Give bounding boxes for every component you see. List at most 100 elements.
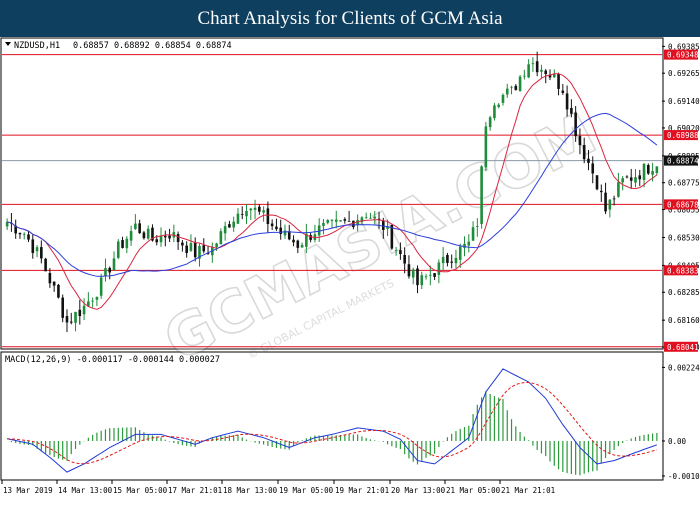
candle-body — [416, 268, 419, 286]
candle-body — [625, 176, 629, 178]
candle-body — [116, 241, 120, 258]
candle-body — [582, 144, 586, 160]
chart-header-title: Chart Analysis for Clients of GCM Asia — [0, 0, 700, 37]
candle-body — [134, 223, 137, 229]
candle-body — [121, 240, 124, 248]
candle-body — [621, 178, 624, 183]
candle-body — [219, 231, 223, 245]
candle-body — [655, 166, 659, 174]
candle-body — [104, 268, 107, 276]
candle-body — [523, 75, 526, 77]
candle-body — [587, 158, 590, 163]
candle-body — [300, 244, 304, 248]
candle-body — [228, 224, 231, 228]
candle-body — [142, 232, 146, 239]
macd-tick-label: 0.002247 — [668, 363, 700, 372]
time-tick-label: 19 Mar 05:00 — [279, 486, 334, 495]
price-tick-label: 0.68775 — [668, 179, 700, 188]
candle-body — [458, 246, 462, 260]
candle-body — [232, 221, 235, 228]
candle-body — [634, 177, 637, 183]
candle-body — [471, 227, 475, 241]
time-tick-label: 21 Mar 05:00 — [446, 486, 501, 495]
macd-tick-label: 0.00 — [668, 437, 687, 446]
candle-body — [18, 232, 22, 235]
candle-body — [163, 235, 167, 238]
candle-body — [446, 254, 449, 263]
candle-body — [565, 93, 569, 110]
candle-body — [223, 226, 227, 234]
candle-body — [146, 228, 150, 239]
time-tick-label: 21 Mar 21:01 — [501, 486, 555, 495]
candle-body — [518, 76, 522, 91]
chart-svg[interactable]: GCMASIA.COM © GLOBAL CAPITAL MARKETS 0.6… — [0, 37, 700, 500]
candle-body — [112, 258, 116, 271]
candle-body — [540, 69, 543, 72]
candle-body — [189, 243, 193, 251]
candle-body — [604, 192, 607, 212]
candle-body — [40, 247, 43, 259]
candle-body — [61, 297, 65, 318]
candle-body — [599, 190, 603, 193]
current-price-badge-label: 0.68874 — [667, 157, 699, 166]
candle-body — [501, 94, 505, 103]
candle-body — [394, 250, 398, 252]
candle-body — [497, 104, 501, 107]
price-tick-label: 0.68285 — [668, 288, 700, 297]
candle-body — [557, 73, 560, 89]
candle-body — [437, 262, 441, 275]
price-tick-label: 0.68160 — [668, 316, 700, 325]
candle-body — [44, 258, 47, 272]
candle-body — [125, 238, 129, 249]
candle-body — [275, 226, 278, 230]
candle-body — [108, 267, 112, 273]
candle-body — [330, 219, 334, 221]
candle-body — [369, 217, 372, 219]
candle-body — [65, 316, 69, 323]
candle-body — [364, 217, 368, 219]
candle-body — [270, 223, 274, 227]
price-tick-label: 0.69140 — [668, 97, 700, 106]
candle-body — [185, 245, 188, 253]
candle-body — [22, 233, 26, 235]
candle-body — [193, 242, 197, 258]
candle-body — [411, 269, 415, 278]
candle-body — [574, 112, 577, 137]
candle-body — [480, 166, 483, 224]
candle-body — [343, 219, 347, 221]
candle-body — [433, 273, 436, 277]
candle-body — [578, 135, 582, 146]
candle-body — [552, 74, 556, 78]
candle-body — [647, 165, 650, 174]
candle-body — [591, 163, 595, 174]
candle-body — [176, 234, 180, 243]
time-tick-label: 20 Mar 13:00 — [391, 486, 446, 495]
candle-body — [240, 214, 244, 215]
candle-body — [253, 207, 257, 210]
candle-body — [262, 210, 265, 213]
candle-body — [561, 90, 565, 93]
price-panel-title: NZDUSD,H1 — [14, 41, 60, 51]
candle-body — [48, 272, 52, 284]
candle-body — [339, 220, 342, 222]
candle-body — [617, 182, 620, 197]
candle-body — [296, 240, 300, 248]
candle-body — [535, 61, 539, 73]
level-badge-label: 0.68041 — [667, 343, 699, 352]
candle-body — [249, 208, 253, 211]
level-badge-label: 0.68678 — [667, 200, 699, 209]
candle-body — [527, 64, 530, 78]
candle-body — [95, 297, 99, 300]
candle-body — [651, 171, 654, 175]
price-badges: 0.69348 0.68988 0.68678 0.68383 0.68041 0.688… — [664, 49, 699, 352]
candle-body — [407, 264, 411, 277]
time-tick-label: 14 Mar 13:00 — [58, 486, 113, 495]
candle-body — [399, 250, 402, 255]
candle-body — [35, 247, 39, 252]
candle-body — [69, 321, 73, 323]
candle-body — [292, 239, 295, 243]
candle-body — [420, 275, 424, 286]
candle-body — [334, 219, 338, 222]
chart-stage: GCMASIA.COM © GLOBAL CAPITAL MARKETS 0.6… — [0, 37, 700, 500]
candle-body — [245, 211, 248, 217]
